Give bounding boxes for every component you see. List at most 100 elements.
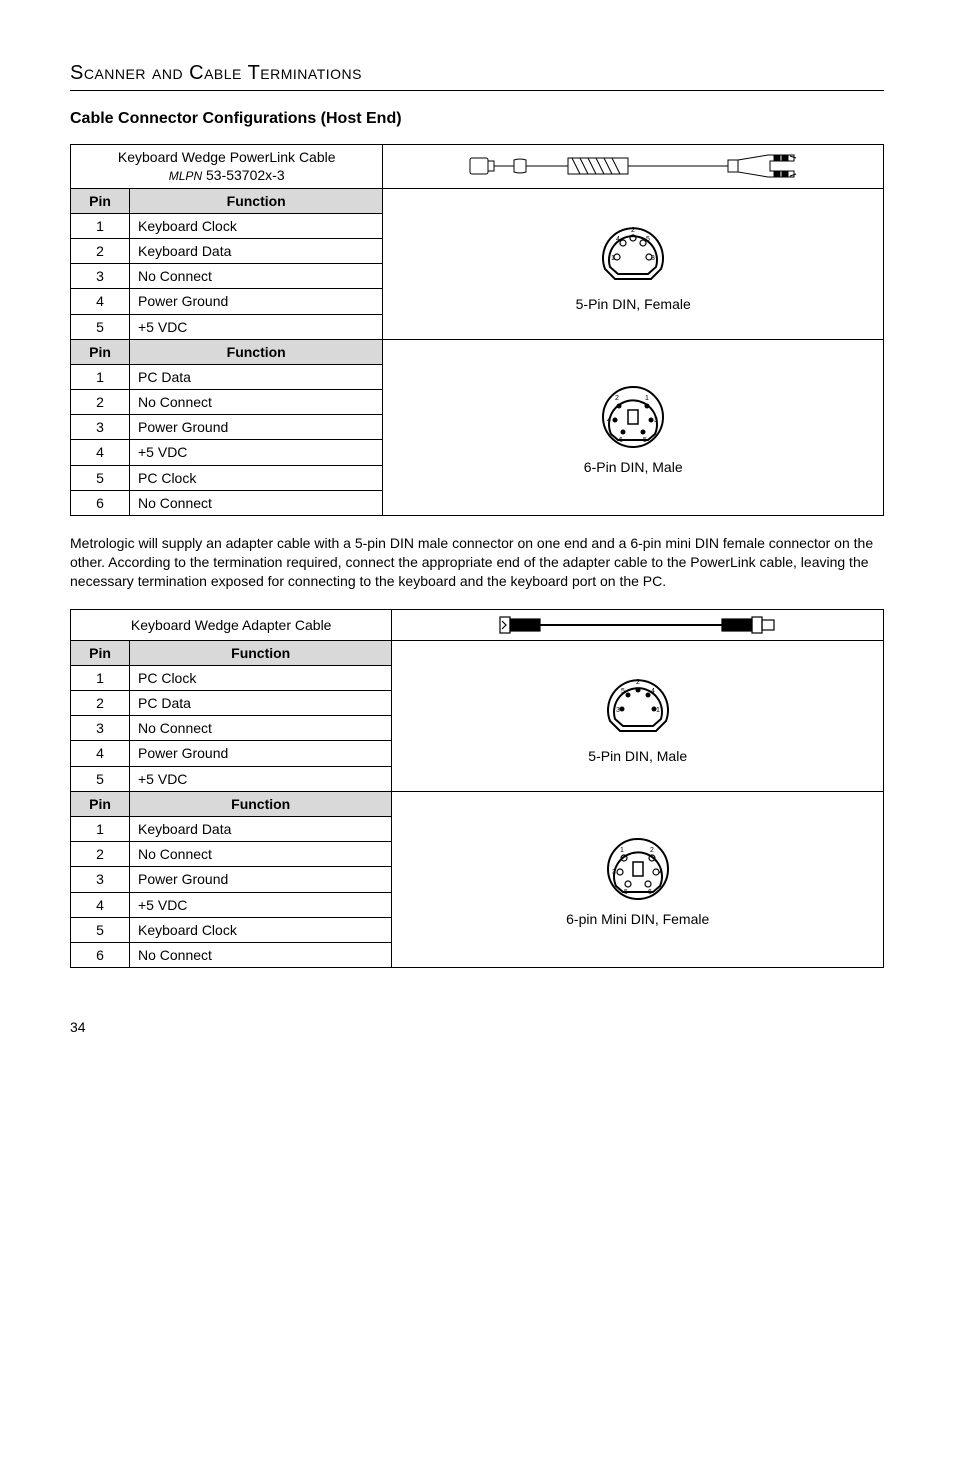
svg-text:1: 1 xyxy=(611,255,615,262)
table2-header-pin-2: Pin xyxy=(71,791,130,816)
pin-cell: 1 xyxy=(71,213,130,238)
table2-header-pin: Pin xyxy=(71,640,130,665)
table-adapter-cable: Keyboard Wedge Adapter Cable Pin Functio… xyxy=(70,609,884,968)
pin-cell: 2 xyxy=(71,390,130,415)
func-cell: +5 VDC xyxy=(130,440,383,465)
func-cell: Power Ground xyxy=(130,867,392,892)
subheading: Cable Connector Configurations (Host End… xyxy=(70,109,884,130)
svg-text:1: 1 xyxy=(645,395,649,402)
table2-minidin6-caption: 6-pin Mini DIN, Female xyxy=(400,910,875,928)
svg-text:5: 5 xyxy=(624,889,628,896)
table2-header-func-2: Function xyxy=(130,791,392,816)
section-title: Scanner and Cable Terminations xyxy=(70,60,884,91)
func-cell: Keyboard Clock xyxy=(130,917,392,942)
table1-header-pin-2: Pin xyxy=(71,339,130,364)
table-powerlink-cable: Keyboard Wedge PowerLink Cable MLPN 53-5… xyxy=(70,144,884,516)
pin-cell: 2 xyxy=(71,691,130,716)
pin-cell: 5 xyxy=(71,314,130,339)
page-number: 34 xyxy=(70,1018,884,1036)
table1-title-cell: Keyboard Wedge PowerLink Cable MLPN 53-5… xyxy=(71,144,383,188)
svg-text:3: 3 xyxy=(654,417,658,424)
func-cell: No Connect xyxy=(130,390,383,415)
svg-text:1: 1 xyxy=(620,847,624,854)
svg-text:4: 4 xyxy=(607,417,611,424)
pin-cell: 2 xyxy=(71,842,130,867)
adapter-cable-icon xyxy=(498,613,778,637)
func-cell: PC Data xyxy=(130,364,383,389)
svg-text:6: 6 xyxy=(648,889,652,896)
svg-text:4: 4 xyxy=(651,688,655,695)
svg-text:5: 5 xyxy=(621,688,625,695)
func-cell: +5 VDC xyxy=(130,314,383,339)
table2-minidin6-diagram-cell: 12 34 56 6-pin Mini DIN, Female xyxy=(392,791,884,967)
din-5-female-icon: 1 3 4 5 2 xyxy=(593,219,673,289)
svg-text:4: 4 xyxy=(616,236,620,243)
mini-din-6-female-icon: 12 34 56 xyxy=(598,834,678,904)
pin-cell: 3 xyxy=(71,716,130,741)
svg-text:3: 3 xyxy=(616,707,620,714)
svg-text:1: 1 xyxy=(656,707,660,714)
func-cell: Keyboard Data xyxy=(130,817,392,842)
pin-cell: 4 xyxy=(71,440,130,465)
table1-cable-drawing-cell xyxy=(383,144,884,188)
func-cell: No Connect xyxy=(130,716,392,741)
table2-din5-caption: 5-Pin DIN, Male xyxy=(400,747,875,765)
pin-cell: 5 xyxy=(71,917,130,942)
func-cell: Keyboard Data xyxy=(130,238,383,263)
din-5-male-icon: 3 1 5 4 2 xyxy=(598,671,678,741)
pin-cell: 5 xyxy=(71,465,130,490)
table1-header-pin: Pin xyxy=(71,188,130,213)
table1-title-line1: Keyboard Wedge PowerLink Cable xyxy=(118,149,336,165)
table2-din5-diagram-cell: 3 1 5 4 2 5-Pin DIN, Male xyxy=(392,640,884,791)
svg-text:5: 5 xyxy=(646,236,650,243)
svg-text:2: 2 xyxy=(615,395,619,402)
func-cell: +5 VDC xyxy=(130,766,392,791)
body-paragraph: Metrologic will supply an adapter cable … xyxy=(70,534,884,591)
pin-cell: 1 xyxy=(71,665,130,690)
table1-din5-caption: 5-Pin DIN, Female xyxy=(391,295,875,313)
pin-cell: 4 xyxy=(71,289,130,314)
pin-cell: 3 xyxy=(71,415,130,440)
svg-text:3: 3 xyxy=(651,255,655,262)
table1-header-func-2: Function xyxy=(130,339,383,364)
func-cell: Power Ground xyxy=(130,415,383,440)
func-cell: Power Ground xyxy=(130,289,383,314)
func-cell: No Connect xyxy=(130,264,383,289)
pin-cell: 1 xyxy=(71,364,130,389)
svg-text:2: 2 xyxy=(650,847,654,854)
svg-text:6: 6 xyxy=(619,437,623,444)
svg-text:5: 5 xyxy=(643,437,647,444)
func-cell: PC Data xyxy=(130,691,392,716)
func-cell: No Connect xyxy=(130,842,392,867)
table1-mlpn-prefix: MLPN xyxy=(169,169,202,183)
pin-cell: 4 xyxy=(71,741,130,766)
func-cell: +5 VDC xyxy=(130,892,392,917)
pin-cell: 4 xyxy=(71,892,130,917)
pin-cell: 6 xyxy=(71,490,130,515)
table2-title: Keyboard Wedge Adapter Cable xyxy=(131,617,332,633)
table1-header-func: Function xyxy=(130,188,383,213)
table1-mlpn-value: 53-53702x-3 xyxy=(202,167,285,183)
svg-text:2: 2 xyxy=(631,227,635,234)
func-cell: PC Clock xyxy=(130,665,392,690)
table1-din5-diagram-cell: 1 3 4 5 2 5-Pin DIN, Female xyxy=(383,188,884,339)
func-cell: No Connect xyxy=(130,942,392,967)
din-6-male-icon: 2 1 4 3 6 5 xyxy=(593,382,673,452)
table1-din6-diagram-cell: 2 1 4 3 6 5 6-Pin DIN, Male xyxy=(383,339,884,515)
pin-cell: 3 xyxy=(71,867,130,892)
table2-header-func: Function xyxy=(130,640,392,665)
table2-title-cell: Keyboard Wedge Adapter Cable xyxy=(71,609,392,640)
pin-cell: 3 xyxy=(71,264,130,289)
pin-cell: 1 xyxy=(71,817,130,842)
pin-cell: 2 xyxy=(71,238,130,263)
pin-cell: 5 xyxy=(71,766,130,791)
powerlink-cable-icon xyxy=(468,148,798,184)
table2-cable-drawing-cell xyxy=(392,609,884,640)
svg-text:2: 2 xyxy=(636,679,640,686)
func-cell: PC Clock xyxy=(130,465,383,490)
func-cell: Power Ground xyxy=(130,741,392,766)
func-cell: Keyboard Clock xyxy=(130,213,383,238)
pin-cell: 6 xyxy=(71,942,130,967)
func-cell: No Connect xyxy=(130,490,383,515)
table1-din6-caption: 6-Pin DIN, Male xyxy=(391,458,875,476)
